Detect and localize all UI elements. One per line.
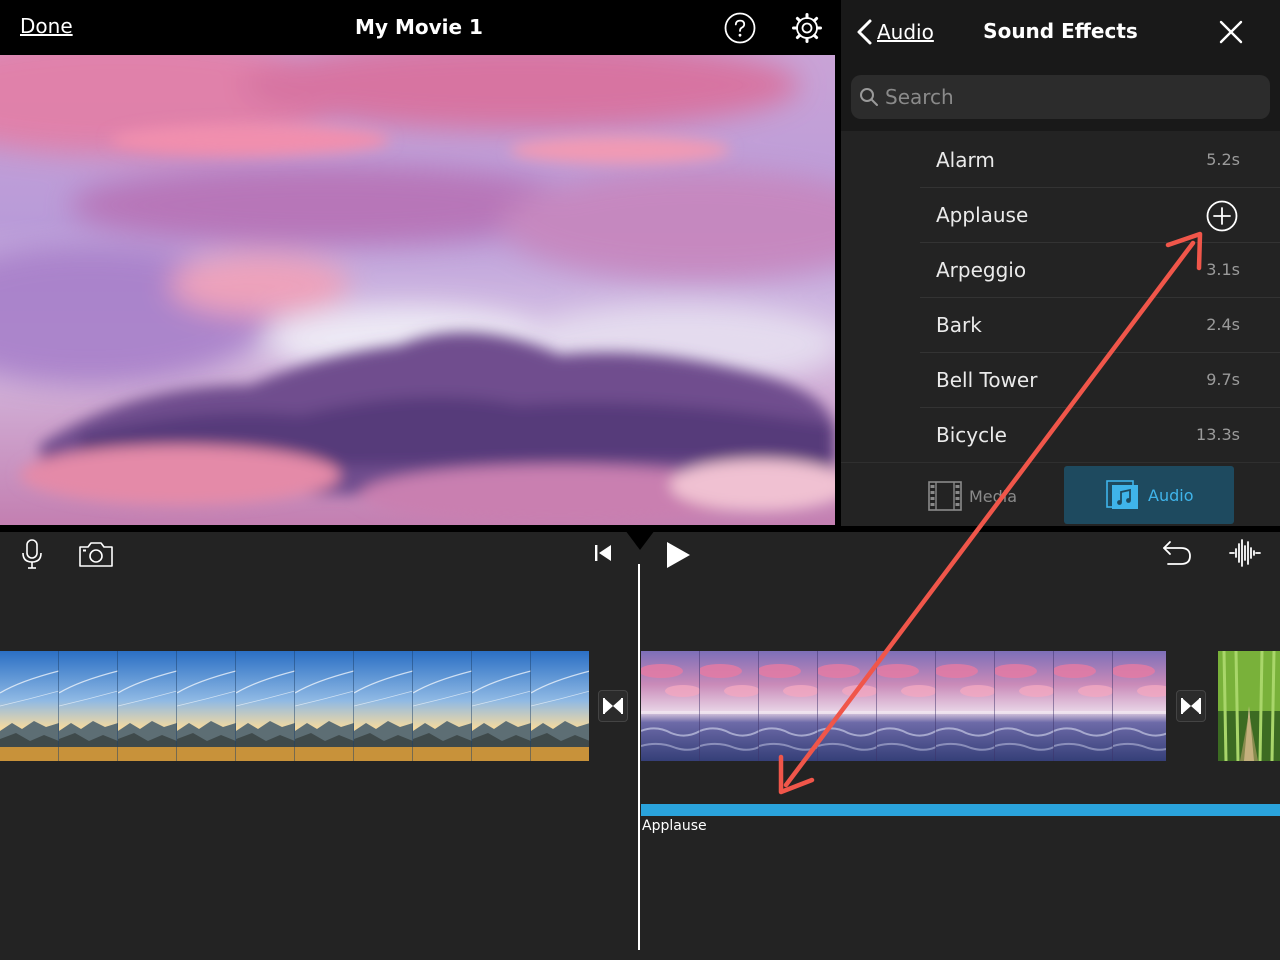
film-icon: [928, 481, 962, 511]
undo-icon[interactable]: [1160, 538, 1194, 568]
sound-duration: 9.7s: [1206, 370, 1240, 389]
sound-effects-list: Alarm 5.2s Applause Arpeggio 3.1s Bark 2…: [920, 133, 1280, 463]
add-icon[interactable]: [1206, 200, 1238, 232]
tab-media-label: Media: [969, 486, 1018, 506]
sound-duration: 5.2s: [1206, 150, 1240, 169]
audio-clip-label: Applause: [642, 818, 707, 834]
chevron-left-icon: [857, 19, 872, 45]
search-icon: [860, 88, 878, 106]
video-preview[interactable]: [0, 55, 835, 525]
timeline: Applause: [0, 526, 1280, 960]
video-clip-bamboo[interactable]: [1218, 651, 1280, 761]
panel-header: Audio Sound Effects: [841, 0, 1280, 63]
top-bar: Done My Movie 1: [0, 0, 841, 55]
transition-icon: [1181, 698, 1201, 714]
tab-media[interactable]: Media: [927, 478, 1017, 514]
microphone-icon[interactable]: [20, 538, 44, 570]
sound-name: Bell Tower: [936, 368, 1038, 392]
list-item[interactable]: Bell Tower 9.7s: [920, 353, 1280, 408]
sound-duration: 13.3s: [1196, 425, 1240, 444]
sound-duration: 2.4s: [1206, 315, 1240, 334]
help-icon[interactable]: [724, 12, 756, 44]
list-item[interactable]: Arpeggio 3.1s: [920, 243, 1280, 298]
gear-icon[interactable]: [791, 12, 823, 44]
clip-thumbnails: [1218, 651, 1280, 761]
sound-duration: 3.1s: [1206, 260, 1240, 279]
skip-back-icon[interactable]: [593, 543, 613, 563]
music-note-icon: [1106, 480, 1138, 509]
back-label: Audio: [877, 20, 934, 44]
browser-tab-bar: Media Audio: [841, 462, 1280, 526]
video-clip-sky[interactable]: [641, 651, 1166, 761]
audio-clip-applause[interactable]: [641, 804, 1280, 816]
close-icon[interactable]: [1217, 18, 1245, 46]
tab-audio[interactable]: Audio: [1064, 466, 1234, 524]
sound-name: Applause: [936, 203, 1029, 227]
video-clip-mountains[interactable]: [0, 651, 589, 761]
sky-preview-image: [0, 55, 835, 525]
list-item[interactable]: Alarm 5.2s: [920, 133, 1280, 188]
list-item[interactable]: Bark 2.4s: [920, 298, 1280, 353]
movie-title: My Movie 1: [355, 15, 483, 39]
transition-button[interactable]: [598, 690, 628, 722]
search-input[interactable]: [885, 85, 1265, 109]
list-item-selected[interactable]: Applause: [920, 188, 1280, 243]
clip-thumbnails: [0, 651, 589, 761]
transition-button[interactable]: [1176, 690, 1206, 722]
sound-name: Arpeggio: [936, 258, 1027, 282]
search-bar: [841, 63, 1280, 131]
camera-icon[interactable]: [78, 540, 114, 568]
sound-name: Bark: [936, 313, 982, 337]
waveform-icon[interactable]: [1228, 538, 1262, 568]
tab-audio-label: Audio: [1148, 485, 1194, 505]
playhead-marker: [622, 526, 658, 550]
list-item[interactable]: Bicycle 13.3s: [920, 408, 1280, 463]
clip-thumbnails: [641, 651, 1166, 761]
sound-name: Bicycle: [936, 423, 1007, 447]
back-to-audio-button[interactable]: Audio: [855, 16, 934, 48]
search-box[interactable]: [851, 75, 1270, 119]
transition-icon: [603, 698, 623, 714]
playhead-line[interactable]: [638, 564, 640, 950]
sound-name: Alarm: [936, 148, 995, 172]
play-icon[interactable]: [664, 540, 692, 570]
sound-effects-panel: Audio Sound Effects Alarm 5.2s Applause: [841, 0, 1280, 526]
